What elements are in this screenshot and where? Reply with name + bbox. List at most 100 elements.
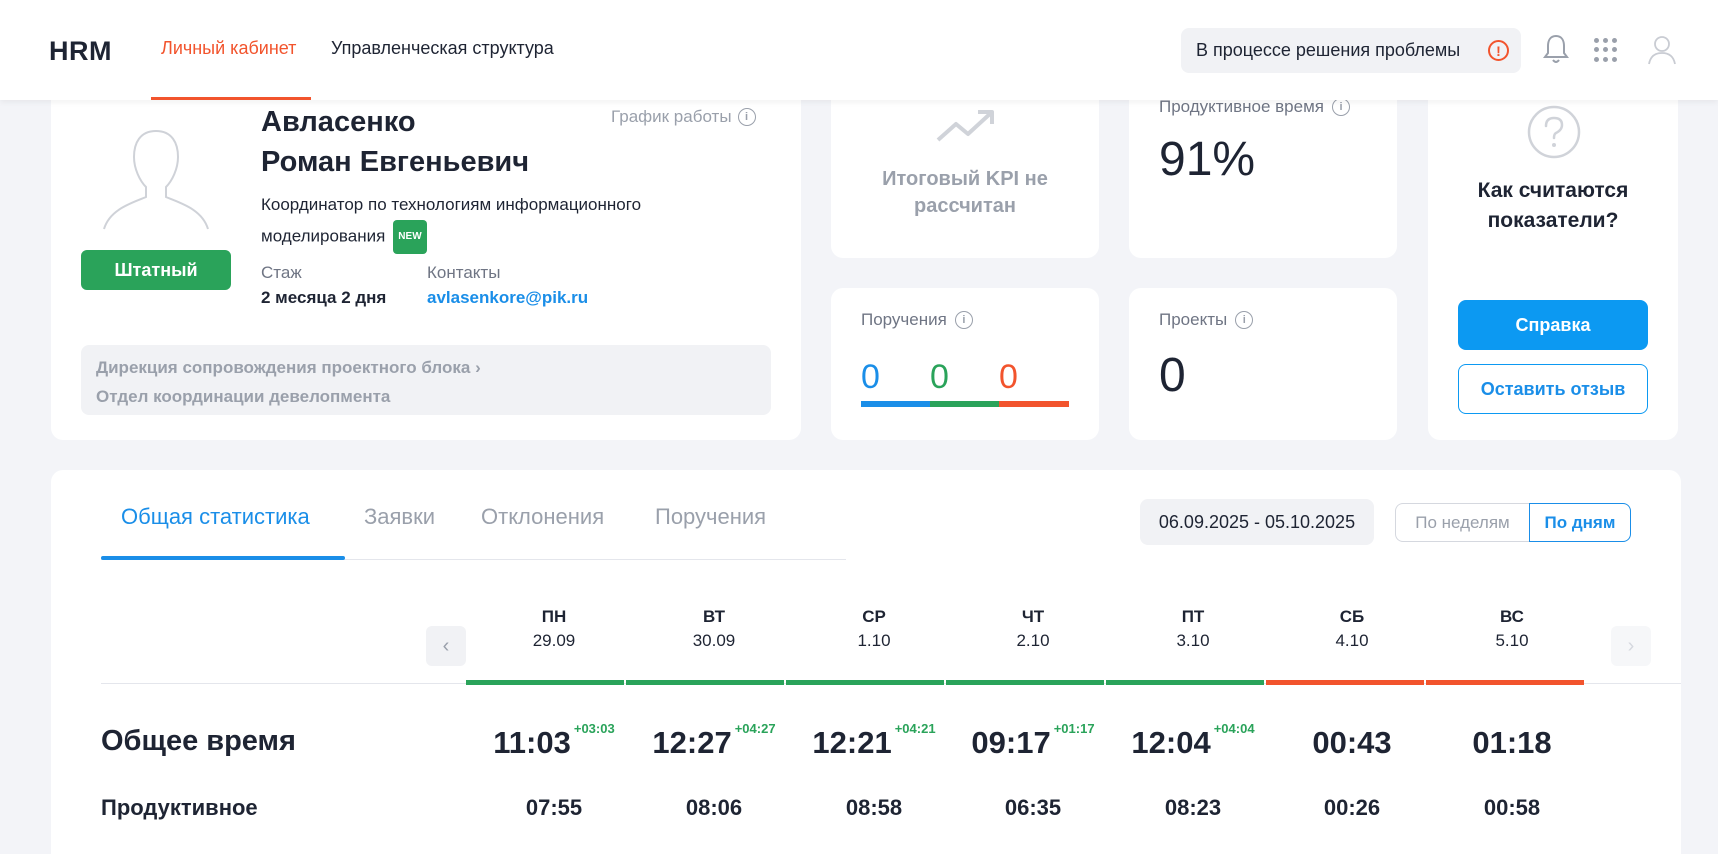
kpi-card: Итоговый KPI не рассчитан [831, 80, 1099, 258]
by-weeks-toggle[interactable]: По неделям [1395, 503, 1529, 542]
total-time-label: Общее время [101, 725, 296, 757]
productive-time-cell: 06:35 [1004, 795, 1062, 820]
user-profile-icon[interactable] [1645, 32, 1679, 66]
day-date: 30.09 [692, 631, 736, 650]
apps-grid-icon[interactable] [1594, 38, 1618, 62]
help-button[interactable]: Справка [1458, 300, 1648, 350]
kpi-status-line2: рассчитан [914, 195, 1016, 217]
problem-status-pill[interactable]: В процессе решения проблемы ! [1181, 28, 1521, 73]
productive-time-cell: 08:58 [845, 795, 903, 820]
info-icon[interactable]: i [954, 311, 973, 329]
day-date: 5.10 [1495, 631, 1529, 650]
employee-surname: Авласенко [261, 106, 416, 138]
overtime-delta: +04:27 [734, 721, 776, 736]
kpi-status-line1: Итоговый KPI не [882, 168, 1048, 190]
overtime-delta: +04:21 [894, 721, 936, 736]
day-date: 2.10 [1016, 631, 1050, 650]
nav-personal-cabinet[interactable]: Личный кабинет [161, 38, 296, 59]
leave-feedback-button[interactable]: Оставить отзыв [1458, 364, 1648, 414]
total-time-value: 00:43 [1312, 725, 1392, 760]
assignments-count-red[interactable]: 0 [999, 358, 1018, 397]
info-icon[interactable]: i [1331, 98, 1350, 116]
day-status-bar [1106, 680, 1264, 685]
tab-active-indicator [101, 556, 345, 560]
day-name: СР [862, 607, 886, 626]
total-time-value: 01:18 [1472, 725, 1552, 760]
employee-given-names: Роман Евгеньевич [261, 146, 530, 178]
day-status-bar [946, 680, 1104, 685]
top-bar: HRM Личный кабинет Управленческая структ… [0, 0, 1718, 100]
tab-assignments[interactable]: Поручения [655, 504, 766, 530]
info-icon[interactable]: i [1235, 311, 1254, 329]
bell-icon[interactable] [1541, 32, 1571, 66]
employment-status-badge: Штатный [81, 250, 231, 290]
work-schedule-label: График работы [611, 107, 732, 126]
tab-requests[interactable]: Заявки [364, 504, 435, 530]
assignments-count-blue[interactable]: 0 [861, 358, 880, 397]
info-icon[interactable]: i [737, 108, 756, 126]
trend-up-icon [936, 110, 994, 142]
help-title: Как считаются показатели? [1438, 176, 1668, 236]
productive-time-cell: 08:06 [685, 795, 743, 820]
assignments-bar-blue [861, 401, 930, 407]
total-time-cell: 00:43 [1273, 725, 1431, 761]
day-header: ВТ 30.09 [635, 607, 793, 651]
productive-time-cell: 08:23 [1164, 795, 1222, 820]
productive-row-label: Продуктивное [101, 795, 258, 820]
chevron-right-icon: › [1627, 634, 1635, 657]
assignments-count-green[interactable]: 0 [930, 358, 949, 397]
chevron-left-icon: ‹ [442, 634, 450, 657]
day-date: 4.10 [1335, 631, 1369, 650]
day-header: ПТ 3.10 [1114, 607, 1272, 651]
question-icon [1527, 105, 1581, 159]
total-time-value: 12:27 [652, 725, 732, 760]
productive-time-value: 91% [1159, 133, 1256, 186]
overtime-delta: +04:04 [1213, 721, 1255, 736]
email-link[interactable]: avlasenkore@pik.ru [427, 288, 588, 308]
avatar-placeholder-icon [103, 130, 209, 230]
department-directorate-text: Дирекция сопровождения проектного блока [96, 358, 471, 377]
overtime-delta: +03:03 [573, 721, 615, 736]
work-schedule-link[interactable]: График работы i [611, 107, 756, 127]
assignments-label: Поручения i [861, 310, 973, 330]
tenure-label: Стаж [261, 263, 302, 282]
tab-deviations[interactable]: Отклонения [481, 504, 604, 530]
total-time-cell: 01:18 [1433, 725, 1591, 761]
productive-time-cell: 00:26 [1323, 795, 1381, 820]
warning-icon: ! [1488, 40, 1509, 61]
date-range-picker[interactable]: 06.09.2025 - 05.10.2025 [1140, 499, 1374, 545]
total-time-cell: 12:04 +04:04 [1114, 721, 1272, 761]
tab-general-statistics[interactable]: Общая статистика [121, 504, 310, 530]
productive-time-label-text: Продуктивное время [1159, 97, 1324, 116]
day-name: ЧТ [1021, 607, 1045, 626]
kpi-status-text: Итоговый KPI не рассчитан [851, 166, 1079, 220]
tenure-value: 2 месяца 2 дня [261, 288, 387, 307]
next-week-button[interactable]: › [1611, 626, 1651, 666]
profile-card: Штатный Авласенко Роман Евгеньевич Графи… [51, 80, 801, 440]
projects-label: Проекты i [1159, 310, 1254, 330]
total-time-cell: 09:17 +01:17 [954, 721, 1112, 761]
day-date: 3.10 [1176, 631, 1210, 650]
total-time-cell: 12:27 +04:27 [635, 721, 793, 761]
assignments-card: Поручения i 0 0 0 [831, 288, 1099, 440]
prev-week-button[interactable]: ‹ [426, 626, 466, 666]
projects-label-text: Проекты [1159, 310, 1228, 329]
day-status-bar [626, 680, 784, 685]
day-name: ВТ [702, 607, 725, 626]
nav-management-structure[interactable]: Управленческая структура [331, 38, 554, 59]
total-time-cell: 12:21 +04:21 [795, 721, 953, 761]
day-header: СР 1.10 [795, 607, 953, 651]
day-header: ПН 29.09 [475, 607, 633, 651]
employee-name: Авласенко Роман Евгеньевич [261, 102, 529, 182]
nav-active-indicator [151, 97, 311, 100]
contacts-label: Контакты [427, 263, 501, 282]
productive-time-cell: 00:58 [1483, 795, 1541, 820]
total-time-value: 12:04 [1131, 725, 1211, 760]
total-time-value: 09:17 [971, 725, 1051, 760]
logo[interactable]: HRM [49, 36, 112, 67]
statistics-card: Общая статистика Заявки Отклонения Поруч… [51, 470, 1681, 854]
assignments-bar-green [930, 401, 999, 407]
department-directorate[interactable]: Дирекция сопровождения проектного блока … [96, 353, 756, 382]
by-days-toggle[interactable]: По дням [1529, 503, 1631, 542]
problem-status-text: В процессе решения проблемы [1196, 40, 1461, 60]
